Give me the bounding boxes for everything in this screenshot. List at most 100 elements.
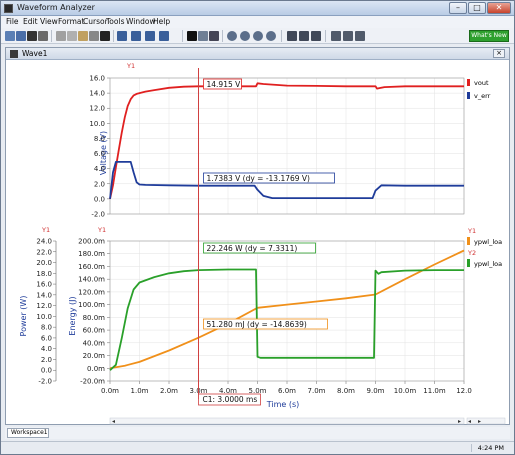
status-time: 4:24 PM bbox=[470, 444, 504, 452]
chart2-y2tick-label: 160.0m bbox=[78, 263, 105, 271]
chart2-xlabel: Time (s) bbox=[266, 400, 300, 409]
chart2-y2tick-label: 100.0m bbox=[78, 301, 105, 309]
export-icon[interactable] bbox=[311, 31, 321, 41]
menu-file[interactable]: File bbox=[6, 17, 19, 26]
cut-icon[interactable] bbox=[56, 31, 66, 41]
menu-bar: File Edit View Format Cursor Tools Windo… bbox=[1, 16, 514, 28]
menu-cursor[interactable]: Cursor bbox=[83, 17, 108, 26]
cursor-icon[interactable] bbox=[209, 31, 219, 41]
chart2-xtick-label: 7.0m bbox=[308, 387, 326, 395]
open-icon[interactable] bbox=[16, 31, 26, 41]
app-title: Waveform Analyzer bbox=[17, 3, 95, 12]
chart2-y2-axis-tag: Y1 bbox=[97, 226, 106, 234]
toolbar-separator bbox=[113, 30, 114, 42]
new-icon[interactable] bbox=[5, 31, 15, 41]
whats-new-button[interactable]: What's New bbox=[469, 30, 509, 42]
chart1-y-axis-tag: Y1 bbox=[126, 62, 135, 70]
legend-y2-group[interactable]: Y2 bbox=[467, 249, 476, 257]
vout-readout-text: 14.915 V bbox=[207, 80, 242, 89]
chart2-y2tick-label: 20.0m bbox=[83, 352, 106, 360]
chart2-xtick-label: 10.0m bbox=[394, 387, 417, 395]
legend-y1-group[interactable]: Y1 bbox=[467, 227, 476, 235]
toolbar-separator bbox=[51, 30, 52, 42]
chart2-y2tick-label: 0.0m bbox=[87, 365, 105, 373]
menu-format[interactable]: Format bbox=[58, 17, 84, 26]
paste-icon[interactable] bbox=[78, 31, 88, 41]
menu-window[interactable]: Window bbox=[126, 17, 156, 26]
toolbar: What's New bbox=[1, 28, 514, 44]
crosshair-icon[interactable] bbox=[187, 31, 197, 41]
legend-verr-label: v_err bbox=[474, 92, 491, 100]
tab-workspace1[interactable]: Workspace1 bbox=[7, 428, 49, 438]
title-bar: Waveform Analyzer – □ ✕ bbox=[1, 1, 514, 16]
waveform-plot[interactable]: Y1 Y1 Y1 Voltage (V) Power (W) Energy (J… bbox=[6, 61, 509, 425]
remove-axis-icon[interactable] bbox=[159, 31, 169, 41]
add-axis-icon[interactable] bbox=[131, 31, 141, 41]
delete-icon[interactable] bbox=[89, 31, 99, 41]
chart2-ytick-label: 12.0 bbox=[36, 302, 52, 310]
chart2-ytick-label: 4.0 bbox=[41, 345, 52, 353]
document-close-button[interactable]: × bbox=[493, 49, 505, 58]
chart2-xtick-label: 1.0m bbox=[131, 387, 149, 395]
zoom-fit-icon[interactable] bbox=[253, 31, 263, 41]
menu-tools[interactable]: Tools bbox=[106, 17, 124, 26]
chart2-xtick-label: 9.0m bbox=[367, 387, 385, 395]
legend-scrollbar[interactable]: ◂ ▸ bbox=[466, 417, 506, 425]
add-plot-icon[interactable] bbox=[117, 31, 127, 41]
grid-icon[interactable] bbox=[198, 31, 208, 41]
menu-help[interactable]: Help bbox=[153, 17, 170, 26]
chart2-ytick-label: 2.0 bbox=[41, 356, 52, 364]
chart2-ytick-label: 8.0 bbox=[41, 324, 52, 332]
tile-icon[interactable] bbox=[331, 31, 341, 41]
chart2-ytick-label: 10.0 bbox=[36, 313, 52, 321]
zoom-out-icon[interactable] bbox=[240, 31, 250, 41]
legend-scrollbar-track[interactable] bbox=[466, 417, 506, 425]
chart2-ytick-label: 24.0 bbox=[36, 238, 52, 246]
close-button[interactable]: ✕ bbox=[487, 2, 511, 14]
toolbar-separator bbox=[222, 30, 223, 42]
legend-verr-swatch bbox=[467, 92, 470, 99]
chart2-xtick-label: 11.0m bbox=[423, 387, 446, 395]
menu-edit[interactable]: Edit bbox=[23, 17, 38, 26]
chart1-ytick-label: 16.0 bbox=[89, 75, 105, 83]
scrollbar-track[interactable] bbox=[109, 417, 465, 425]
scroll-left-icon[interactable]: ◂ bbox=[112, 418, 115, 425]
chart2-xtick-label: 0.0m bbox=[101, 387, 119, 395]
chart-icon[interactable] bbox=[299, 31, 309, 41]
save-icon[interactable] bbox=[27, 31, 37, 41]
chart1-ytick-label: 0.0 bbox=[94, 195, 105, 203]
workspace-tab-bar: Workspace1 bbox=[5, 427, 510, 439]
scroll-right-icon[interactable]: ▸ bbox=[458, 418, 461, 425]
chart2-y2tick-label: 40.0m bbox=[83, 339, 106, 347]
chart2-ytick-label: -2.0 bbox=[38, 378, 52, 386]
print-icon[interactable] bbox=[38, 31, 48, 41]
chart2-y2tick-label: 180.0m bbox=[78, 250, 105, 258]
chart2-ytick-label: 0.0 bbox=[41, 367, 52, 375]
maximize-button[interactable]: □ bbox=[468, 2, 486, 14]
add-y-axis-icon[interactable] bbox=[145, 31, 155, 41]
power-readout-text: 22.246 W (dy = 7.3311) bbox=[207, 244, 298, 253]
legend-bottom: Y1 ypwl_loa Y2 ypwl_loa bbox=[467, 227, 502, 268]
v-err-readout-text: 1.7383 V (dy = -13.1769 V) bbox=[207, 174, 311, 183]
chart1-ytick-label: -2.0 bbox=[91, 211, 105, 219]
measure-icon[interactable] bbox=[287, 31, 297, 41]
split-icon[interactable] bbox=[355, 31, 365, 41]
properties-icon[interactable] bbox=[100, 31, 110, 41]
chart1-ytick-label: 14.0 bbox=[89, 90, 105, 98]
horizontal-scrollbar[interactable]: ◂ ▸ bbox=[109, 417, 465, 425]
document-title-bar: Wave1 × bbox=[6, 48, 509, 60]
minimize-button[interactable]: – bbox=[449, 2, 467, 14]
toolbar-separator bbox=[281, 30, 282, 42]
legend-power-label: ypwl_loa bbox=[474, 260, 502, 268]
legend-scroll-right-icon[interactable]: ▸ bbox=[478, 418, 481, 425]
menu-view[interactable]: View bbox=[40, 17, 58, 26]
legend-scroll-left-icon[interactable]: ◂ bbox=[468, 418, 471, 425]
copy-icon[interactable] bbox=[67, 31, 77, 41]
legend-vout-label: vout bbox=[474, 79, 489, 87]
chart2-y2tick-label: 80.0m bbox=[83, 314, 106, 322]
chart2-ylabel: Power (W) bbox=[19, 296, 28, 337]
zoom-in-icon[interactable] bbox=[227, 31, 237, 41]
pan-icon[interactable] bbox=[266, 31, 276, 41]
cascade-icon[interactable] bbox=[343, 31, 353, 41]
cursor-label: C1: 3.0000 ms bbox=[203, 395, 258, 404]
